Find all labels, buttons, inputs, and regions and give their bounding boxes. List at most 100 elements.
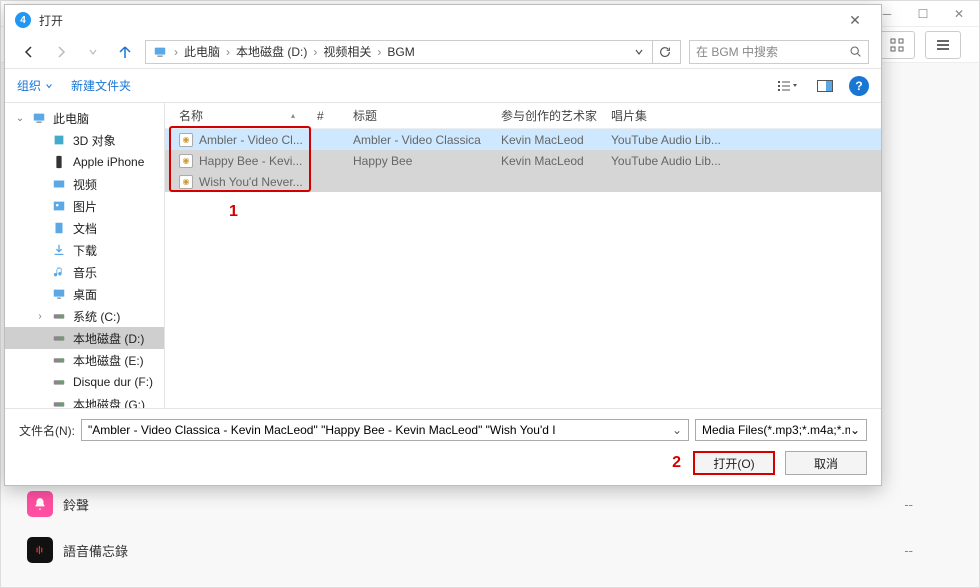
nav-back-button[interactable] — [17, 40, 41, 64]
dialog-titlebar: 4 打开 ✕ — [5, 5, 881, 35]
search-icon — [849, 45, 862, 58]
file-list-header: 名称▴ # 标题 参与创作的艺术家 唱片集 — [165, 103, 881, 129]
bg-row-value: -- — [904, 497, 913, 512]
3d-icon — [51, 132, 67, 148]
bg-row-value: -- — [904, 543, 913, 558]
download-icon — [51, 242, 67, 258]
filename-input[interactable]: "Ambler - Video Classica - Kevin MacLeod… — [81, 419, 689, 441]
bg-view-grid-button[interactable] — [879, 31, 915, 59]
drive-icon — [51, 330, 67, 346]
breadcrumb[interactable]: › 此电脑 › 本地磁盘 (D:) › 视频相关 › BGM — [145, 40, 681, 64]
tree-node[interactable]: 下载 — [5, 239, 164, 261]
column-header-artist[interactable]: 参与创作的艺术家 — [495, 107, 605, 124]
tree-node[interactable]: 本地磁盘 (G:) — [5, 393, 164, 408]
pic-icon — [51, 198, 67, 214]
dialog-footer: 文件名(N): "Ambler - Video Classica - Kevin… — [5, 408, 881, 485]
music-icon — [51, 264, 67, 280]
desktop-icon — [51, 286, 67, 302]
chevron-down-icon[interactable]: ⌄ — [850, 423, 860, 437]
bg-close-button[interactable]: ✕ — [945, 4, 973, 24]
breadcrumb-item[interactable]: 此电脑 — [182, 43, 222, 60]
tree-node[interactable]: 本地磁盘 (D:) — [5, 327, 164, 349]
chevron-right-icon: › — [311, 45, 319, 59]
new-folder-button[interactable]: 新建文件夹 — [71, 77, 131, 94]
waveform-icon — [27, 537, 53, 563]
video-icon — [51, 176, 67, 192]
bg-row-voicememos[interactable]: 語音備忘錄 -- — [21, 527, 959, 573]
tree-node[interactable]: 视频 — [5, 173, 164, 195]
audio-file-icon: ◉ — [179, 133, 193, 147]
chevron-down-icon[interactable]: ⌄ — [666, 423, 682, 437]
dialog-toolbar: 组织 新建文件夹 ? — [5, 69, 881, 103]
open-file-dialog: 4 打开 ✕ › 此电脑 › 本地磁盘 (D:) › 视频相关 › BGM — [4, 4, 882, 486]
tree-node[interactable]: 3D 对象 — [5, 129, 164, 151]
nav-recent-dropdown[interactable] — [81, 40, 105, 64]
bg-row-label: 鈴聲 — [63, 495, 904, 514]
bg-row-ringtones[interactable]: 鈴聲 -- — [21, 481, 959, 527]
doc-icon — [51, 220, 67, 236]
breadcrumb-dropdown[interactable] — [628, 47, 650, 57]
audio-file-icon: ◉ — [179, 154, 193, 168]
tree-node[interactable]: Apple iPhone — [5, 151, 164, 173]
chevron-down-icon — [45, 82, 53, 90]
app-icon: 4 — [15, 12, 31, 28]
nav-up-button[interactable] — [113, 40, 137, 64]
dialog-close-button[interactable]: ✕ — [835, 8, 875, 32]
tree-node-root[interactable]: ⌄ 此电脑 — [5, 107, 164, 129]
collapse-icon[interactable]: ⌄ — [15, 113, 25, 124]
column-header-name[interactable]: 名称▴ — [173, 107, 311, 124]
annotation-label-1: 1 — [229, 203, 238, 221]
search-placeholder: 在 BGM 中搜索 — [696, 43, 849, 60]
dialog-nav: › 此电脑 › 本地磁盘 (D:) › 视频相关 › BGM 在 BGM 中搜索 — [5, 35, 881, 69]
file-row[interactable]: ◉Happy Bee - Kevi...Happy BeeKevin MacLe… — [165, 150, 881, 171]
chevron-right-icon: › — [375, 45, 383, 59]
sort-asc-icon: ▴ — [291, 111, 295, 120]
audio-file-icon: ◉ — [179, 175, 193, 189]
bg-row-label: 語音備忘錄 — [63, 541, 904, 560]
view-mode-button[interactable] — [773, 74, 801, 98]
organize-menu[interactable]: 组织 — [17, 77, 53, 94]
breadcrumb-item[interactable]: BGM — [385, 45, 416, 59]
annotation-label-2: 2 — [672, 454, 681, 472]
file-type-filter[interactable]: Media Files(*.mp3;*.m4a;*.m ⌄ — [695, 419, 867, 441]
drive-icon — [51, 352, 67, 368]
preview-pane-button[interactable] — [811, 74, 839, 98]
column-header-num[interactable]: # — [311, 109, 347, 123]
column-header-title[interactable]: 标题 — [347, 107, 495, 124]
tree-node[interactable]: 桌面 — [5, 283, 164, 305]
drive-icon — [51, 308, 67, 324]
tree-node[interactable]: Disque dur (F:) — [5, 371, 164, 393]
breadcrumb-item[interactable]: 视频相关 — [321, 43, 373, 60]
breadcrumb-item[interactable]: 本地磁盘 (D:) — [234, 43, 309, 60]
bg-view-list-button[interactable] — [925, 31, 961, 59]
phone-icon — [51, 154, 67, 170]
nav-forward-button[interactable] — [49, 40, 73, 64]
help-button[interactable]: ? — [849, 76, 869, 96]
dialog-main: ⌄ 此电脑 3D 对象Apple iPhone视频图片文档下载音乐桌面›系统 (… — [5, 103, 881, 408]
computer-icon — [31, 110, 47, 126]
chevron-right-icon: › — [224, 45, 232, 59]
search-input[interactable]: 在 BGM 中搜索 — [689, 40, 869, 64]
drive-icon — [51, 374, 67, 390]
expand-icon[interactable]: › — [35, 311, 45, 322]
file-list: 名称▴ # 标题 参与创作的艺术家 唱片集 ◉Ambler - Video Cl… — [165, 103, 881, 408]
open-button[interactable]: 打开(O) — [693, 451, 775, 475]
tree-node[interactable]: 图片 — [5, 195, 164, 217]
tree-node[interactable]: ›系统 (C:) — [5, 305, 164, 327]
column-header-album[interactable]: 唱片集 — [605, 107, 745, 124]
filename-label: 文件名(N): — [19, 422, 75, 439]
chevron-right-icon: › — [172, 45, 180, 59]
tree-node[interactable]: 音乐 — [5, 261, 164, 283]
dialog-title: 打开 — [39, 12, 835, 29]
folder-tree[interactable]: ⌄ 此电脑 3D 对象Apple iPhone视频图片文档下载音乐桌面›系统 (… — [5, 103, 165, 408]
drive-icon — [51, 396, 67, 408]
file-row[interactable]: ◉Wish You'd Never... — [165, 171, 881, 192]
file-rows: ◉Ambler - Video Cl...Ambler - Video Clas… — [165, 129, 881, 408]
computer-icon — [152, 44, 168, 60]
refresh-button[interactable] — [652, 41, 676, 63]
file-row[interactable]: ◉Ambler - Video Cl...Ambler - Video Clas… — [165, 129, 881, 150]
tree-node[interactable]: 文档 — [5, 217, 164, 239]
bg-maximize-button[interactable]: ☐ — [909, 4, 937, 24]
tree-node[interactable]: 本地磁盘 (E:) — [5, 349, 164, 371]
cancel-button[interactable]: 取消 — [785, 451, 867, 475]
